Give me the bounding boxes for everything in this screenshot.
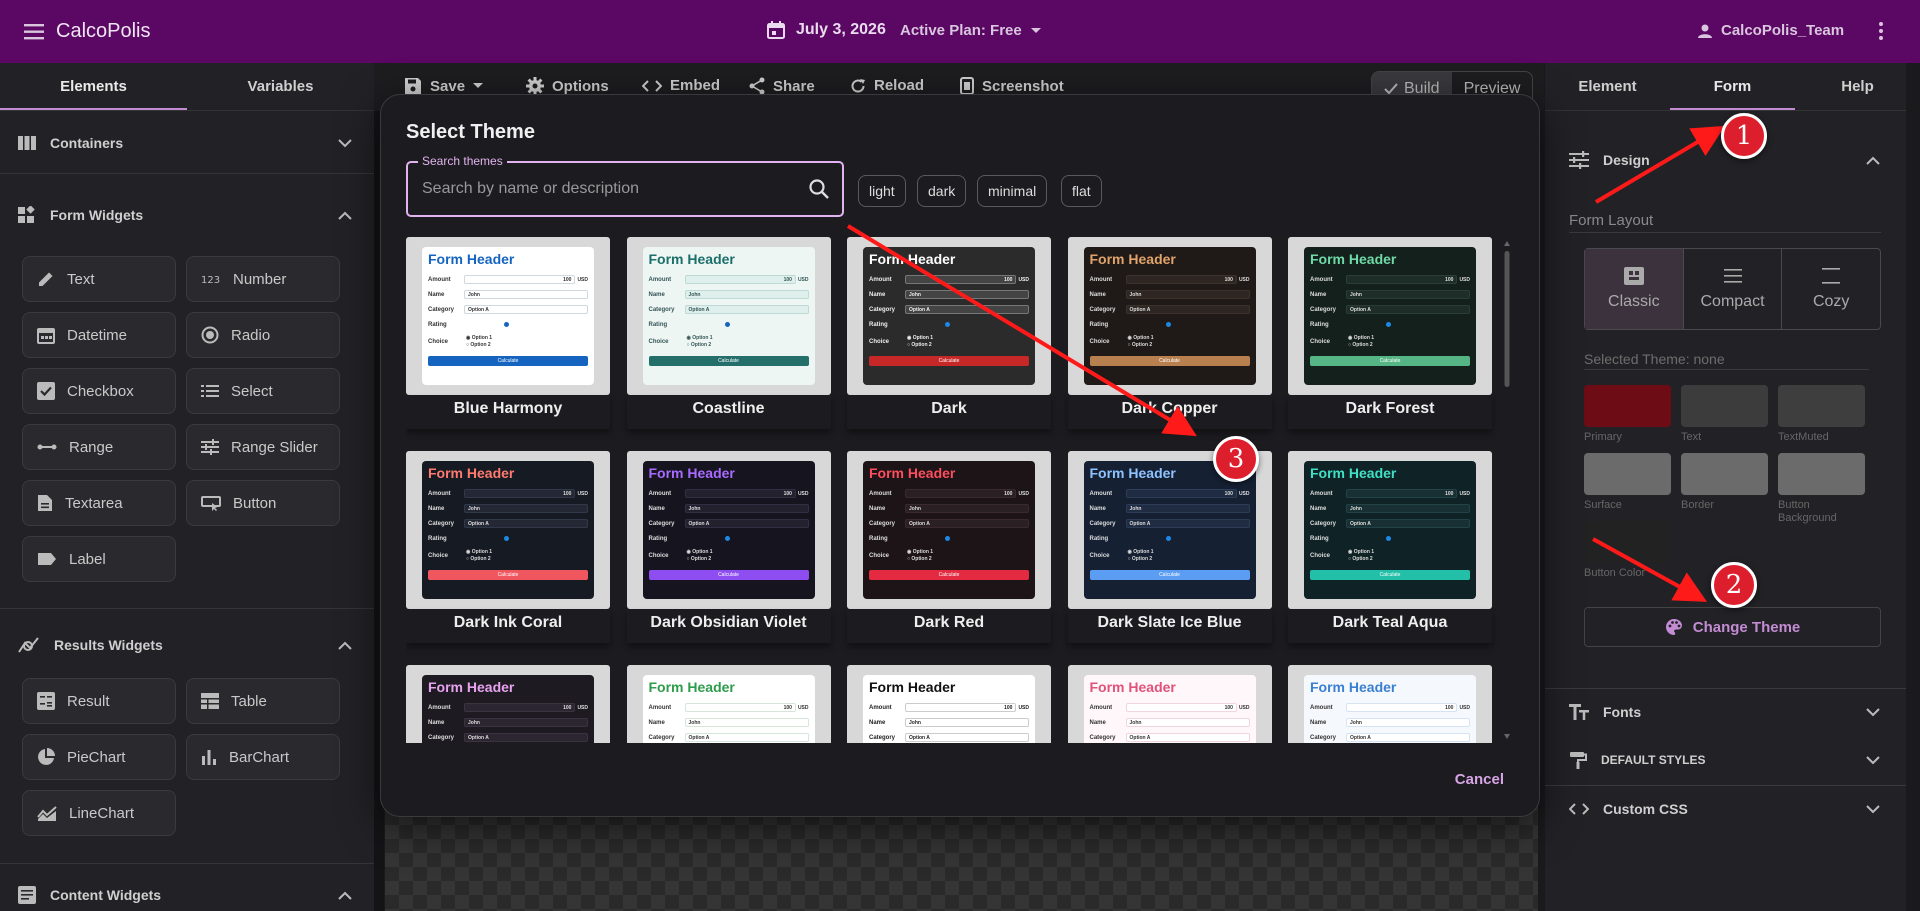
arrow-3 xyxy=(846,224,1197,437)
annotation-marker-2: 2 xyxy=(1711,562,1757,608)
arrow-1 xyxy=(1594,125,1725,204)
arrow-2 xyxy=(1592,537,1708,602)
annotation-arrows xyxy=(846,125,1725,602)
annotation-marker-1: 1 xyxy=(1721,113,1767,159)
annotation-marker-3: 3 xyxy=(1213,436,1259,482)
